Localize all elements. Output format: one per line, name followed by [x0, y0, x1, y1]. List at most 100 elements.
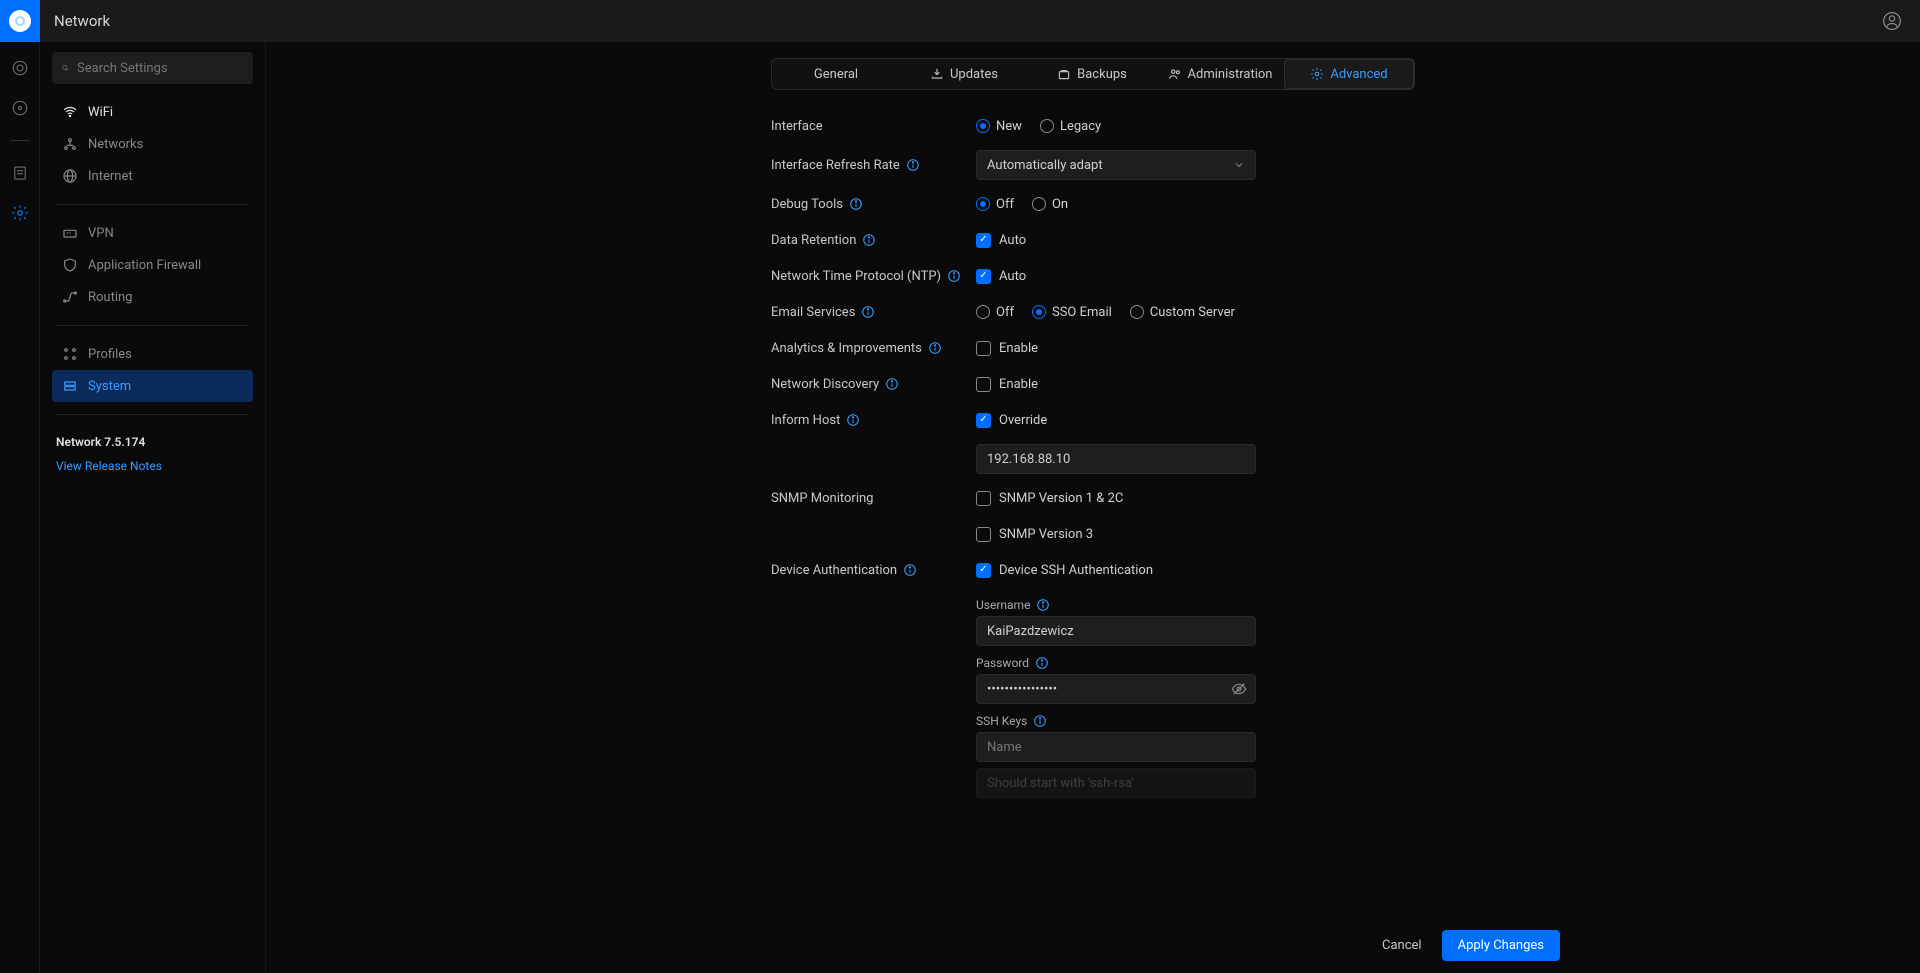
- system-icon: [62, 378, 78, 394]
- tab-general[interactable]: General: [772, 59, 900, 89]
- profiles-icon: [62, 346, 78, 362]
- discovery-label: Network Discovery: [771, 377, 879, 392]
- info-icon[interactable]: [928, 341, 942, 355]
- tab-updates[interactable]: Updates: [900, 59, 1028, 89]
- vpn-icon: [62, 225, 78, 241]
- snmp-v1-checkbox[interactable]: SNMP Version 1 & 2C: [976, 491, 1123, 506]
- info-icon[interactable]: [1033, 714, 1047, 728]
- nav-rail: [0, 42, 40, 973]
- users-icon: [1168, 67, 1182, 81]
- settings-form: Interface New Legacy Interface Refresh R…: [771, 108, 1415, 798]
- sidebar-item-system[interactable]: System: [52, 370, 253, 402]
- sidebar-item-wifi[interactable]: WiFi: [52, 96, 253, 128]
- rail-logs-icon[interactable]: [10, 163, 30, 183]
- debug-off-radio[interactable]: Off: [976, 197, 1014, 212]
- shield-icon: [62, 257, 78, 273]
- wifi-icon: [62, 104, 78, 120]
- sshkey-value-input[interactable]: [976, 768, 1256, 798]
- email-off-radio[interactable]: Off: [976, 305, 1014, 320]
- password-label: Password: [976, 656, 1029, 670]
- discovery-enable-checkbox[interactable]: Enable: [976, 377, 1038, 392]
- main-content: General Updates Backups Administration A…: [266, 42, 1920, 973]
- info-icon[interactable]: [947, 269, 961, 283]
- interface-new-radio[interactable]: New: [976, 119, 1022, 134]
- email-label: Email Services: [771, 305, 855, 320]
- sshkey-name-input[interactable]: [976, 732, 1256, 762]
- gear-icon: [1310, 67, 1324, 81]
- snmp-v3-checkbox[interactable]: SNMP Version 3: [976, 527, 1093, 542]
- info-icon[interactable]: [861, 305, 875, 319]
- version-text: Network 7.5.174: [56, 435, 249, 449]
- info-icon[interactable]: [862, 233, 876, 247]
- interface-legacy-radio[interactable]: Legacy: [1040, 119, 1101, 134]
- snmp-label: SNMP Monitoring: [771, 491, 873, 506]
- username-label: Username: [976, 598, 1030, 612]
- inform-override-checkbox[interactable]: Override: [976, 413, 1047, 428]
- sidebar: WiFi Networks Internet VPN Application F…: [40, 42, 266, 973]
- tabs: General Updates Backups Administration A…: [771, 58, 1415, 90]
- username-input[interactable]: [976, 616, 1256, 646]
- info-icon[interactable]: [1036, 598, 1050, 612]
- refresh-select[interactable]: Automatically adapt: [976, 150, 1256, 180]
- ntp-auto-checkbox[interactable]: Auto: [976, 269, 1026, 284]
- sidebar-item-profiles[interactable]: Profiles: [52, 338, 253, 370]
- cancel-button[interactable]: Cancel: [1382, 938, 1422, 953]
- ntp-label: Network Time Protocol (NTP): [771, 269, 941, 284]
- globe-icon: [62, 168, 78, 184]
- rail-dashboard-icon[interactable]: [10, 58, 30, 78]
- analytics-label: Analytics & Improvements: [771, 341, 922, 356]
- ssh-auth-checkbox[interactable]: Device SSH Authentication: [976, 563, 1153, 578]
- auth-label: Device Authentication: [771, 563, 897, 578]
- search-input[interactable]: [77, 61, 243, 76]
- info-icon[interactable]: [846, 413, 860, 427]
- info-icon[interactable]: [906, 158, 920, 172]
- retention-label: Data Retention: [771, 233, 856, 248]
- rail-settings-icon[interactable]: [10, 203, 30, 223]
- sidebar-item-internet[interactable]: Internet: [52, 160, 253, 192]
- info-icon[interactable]: [885, 377, 899, 391]
- eye-icon[interactable]: [1231, 681, 1247, 697]
- sidebar-item-networks[interactable]: Networks: [52, 128, 253, 160]
- debug-label: Debug Tools: [771, 197, 843, 212]
- sidebar-item-label: VPN: [88, 226, 114, 241]
- refresh-label: Interface Refresh Rate: [771, 158, 900, 173]
- sidebar-item-label: WiFi: [88, 105, 113, 120]
- info-icon[interactable]: [903, 563, 917, 577]
- info-icon[interactable]: [849, 197, 863, 211]
- page-title: Network: [54, 12, 1882, 30]
- release-notes-link[interactable]: View Release Notes: [56, 459, 249, 473]
- app-logo[interactable]: [0, 0, 40, 42]
- email-sso-radio[interactable]: SSO Email: [1032, 305, 1112, 320]
- sidebar-item-vpn[interactable]: VPN: [52, 217, 253, 249]
- topbar: Network: [0, 0, 1920, 42]
- sidebar-item-routing[interactable]: Routing: [52, 281, 253, 313]
- sidebar-item-label: Internet: [88, 169, 133, 184]
- info-icon[interactable]: [1035, 656, 1049, 670]
- networks-icon: [62, 136, 78, 152]
- email-custom-radio[interactable]: Custom Server: [1130, 305, 1235, 320]
- interface-label: Interface: [771, 119, 823, 134]
- tab-backups[interactable]: Backups: [1028, 59, 1156, 89]
- sidebar-item-label: Routing: [88, 290, 132, 305]
- download-icon: [930, 67, 944, 81]
- sidebar-item-label: Networks: [88, 137, 143, 152]
- routing-icon: [62, 289, 78, 305]
- inform-label: Inform Host: [771, 413, 840, 428]
- user-avatar-icon[interactable]: [1882, 11, 1902, 31]
- rail-topology-icon[interactable]: [10, 98, 30, 118]
- inform-host-input[interactable]: [976, 444, 1256, 474]
- search-input-wrap[interactable]: [52, 52, 253, 84]
- backup-icon: [1057, 67, 1071, 81]
- sidebar-item-label: Application Firewall: [88, 258, 201, 273]
- apply-button[interactable]: Apply Changes: [1442, 930, 1560, 961]
- retention-auto-checkbox[interactable]: Auto: [976, 233, 1026, 248]
- sidebar-item-label: System: [88, 379, 131, 394]
- sidebar-item-label: Profiles: [88, 347, 132, 362]
- tab-advanced[interactable]: Advanced: [1284, 59, 1414, 89]
- sidebar-item-firewall[interactable]: Application Firewall: [52, 249, 253, 281]
- analytics-enable-checkbox[interactable]: Enable: [976, 341, 1038, 356]
- debug-on-radio[interactable]: On: [1032, 197, 1068, 212]
- password-input[interactable]: [976, 674, 1256, 704]
- chevron-down-icon: [1233, 159, 1245, 171]
- tab-administration[interactable]: Administration: [1156, 59, 1284, 89]
